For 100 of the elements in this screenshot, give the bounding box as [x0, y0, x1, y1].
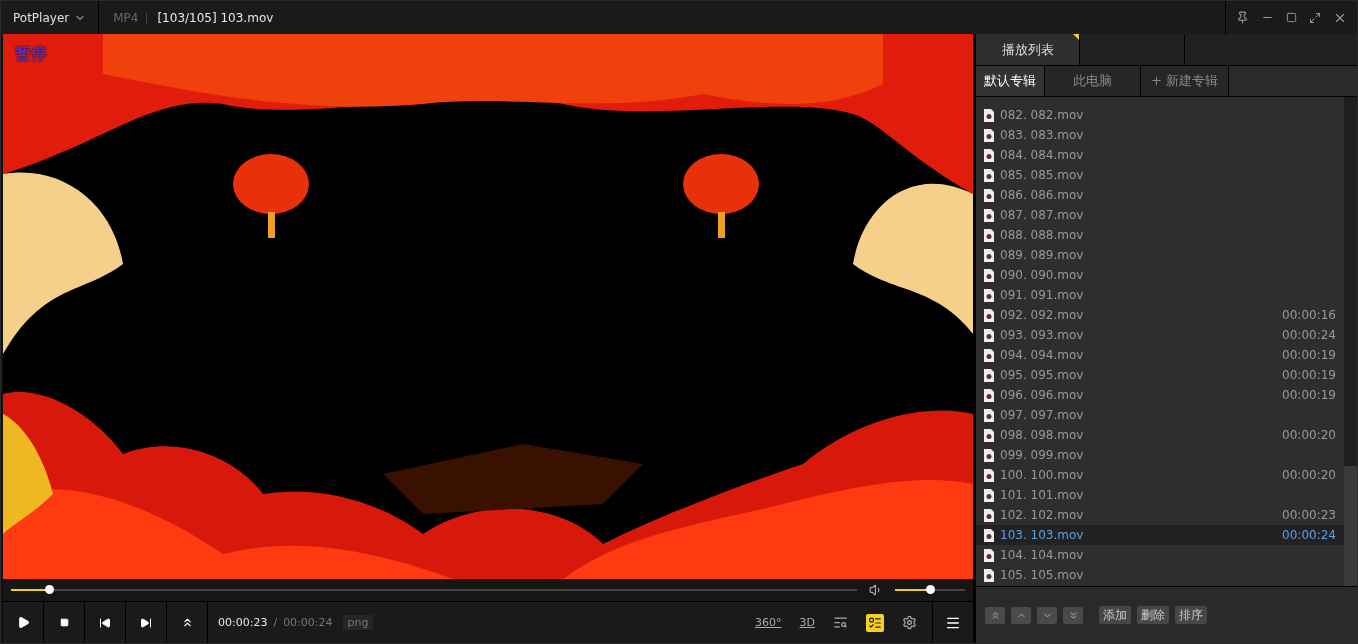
restore-button[interactable]: [1284, 10, 1299, 25]
playlist-item[interactable]: 093. 093.mov 00:00:24: [976, 325, 1344, 345]
playlist-item[interactable]: 098. 098.mov 00:00:20: [976, 425, 1344, 445]
video-file-icon: [984, 428, 994, 442]
settings-button[interactable]: [902, 615, 917, 630]
video-file-icon: [984, 108, 994, 122]
album-tab[interactable]: + 新建专辑: [1141, 66, 1230, 96]
file-duration: 00:00:24: [1282, 528, 1336, 542]
move-bottom-button[interactable]: [1063, 606, 1083, 624]
playlist-item[interactable]: 091. 091.mov: [976, 285, 1344, 305]
video-file-icon: [984, 368, 994, 382]
playlist-item[interactable]: 094. 094.mov 00:00:19: [976, 345, 1344, 365]
playlist-item[interactable]: 104. 104.mov: [976, 545, 1344, 565]
playlist-item[interactable]: 090. 090.mov: [976, 265, 1344, 285]
file-name: 098. 098.mov: [1000, 428, 1085, 442]
video-file-icon: [984, 268, 994, 282]
file-name: 084. 084.mov: [1000, 148, 1085, 162]
playlist-item[interactable]: 085. 085.mov: [976, 165, 1344, 185]
toolbar-button[interactable]: 360°: [755, 616, 782, 629]
file-duration: 00:00:19: [1282, 388, 1336, 402]
pause-status-text: 暂停: [15, 44, 47, 65]
window-title: [103/105] 103.mov: [156, 10, 275, 25]
move-up-button[interactable]: [1011, 606, 1031, 624]
move-top-button[interactable]: [985, 606, 1005, 624]
file-name: 099. 099.mov: [1000, 448, 1085, 462]
playlist-item[interactable]: 095. 095.mov 00:00:19: [976, 365, 1344, 385]
file-name: 095. 095.mov: [1000, 368, 1085, 382]
album-tab[interactable]: 默认专辑: [976, 66, 1045, 96]
video-file-icon: [984, 128, 994, 142]
playlist-action-button[interactable]: 排序: [1175, 606, 1207, 624]
file-name: 100. 100.mov: [1000, 468, 1085, 482]
playlist-button[interactable]: [866, 613, 884, 632]
video-file-icon: [984, 168, 994, 182]
file-duration: 00:00:24: [1282, 328, 1336, 342]
settings-icon: [902, 615, 917, 630]
playlist-item[interactable]: 087. 087.mov: [976, 205, 1344, 225]
album-tab[interactable]: 此电脑: [1045, 66, 1141, 96]
file-duration: 00:00:20: [1282, 468, 1336, 482]
seek-handle[interactable]: [45, 585, 55, 594]
expand-icon: [1309, 11, 1321, 24]
toolbar-button[interactable]: 3D: [799, 616, 815, 629]
move-down-button[interactable]: [1037, 606, 1057, 624]
playlist-item[interactable]: 086. 086.mov: [976, 185, 1344, 205]
playlist-item[interactable]: 092. 092.mov 00:00:16: [976, 305, 1344, 325]
stop-icon: [59, 618, 69, 627]
playlist-item[interactable]: 082. 082.mov: [976, 105, 1344, 125]
playlist-item[interactable]: 105. 105.mov: [976, 565, 1344, 585]
previous-icon: [99, 616, 111, 629]
playlist-item[interactable]: 096. 096.mov 00:00:19: [976, 385, 1344, 405]
video-file-icon: [984, 488, 994, 502]
video-file-icon: [984, 508, 994, 522]
video-file-icon: [984, 328, 994, 342]
file-duration: 00:00:19: [1282, 368, 1336, 382]
time-separator: /: [273, 616, 278, 629]
file-name: 103. 103.mov: [1000, 528, 1085, 542]
file-duration: 00:00:16: [1282, 308, 1336, 322]
video-file-icon: [984, 248, 994, 262]
playlist-item[interactable]: 083. 083.mov: [976, 125, 1344, 145]
play-icon: [16, 616, 30, 629]
video-file-icon: [984, 208, 994, 222]
file-name: 093. 093.mov: [1000, 328, 1085, 342]
file-name: 094. 094.mov: [1000, 348, 1085, 362]
video-file-icon: [984, 528, 994, 542]
playlist-item[interactable]: 088. 088.mov: [976, 225, 1344, 245]
video-file-icon: [984, 228, 994, 242]
total-time: 00:00:24: [283, 616, 333, 629]
window-icon: [1286, 12, 1297, 23]
playlist-item[interactable]: 103. 103.mov 00:00:24: [976, 525, 1344, 545]
scrollbar[interactable]: [1344, 97, 1357, 586]
playlist-action-button[interactable]: 添加: [1099, 606, 1131, 624]
playlist-item[interactable]: 097. 097.mov: [976, 405, 1344, 425]
playlist-action-button[interactable]: 删除: [1137, 606, 1169, 624]
file-name: 097. 097.mov: [1000, 408, 1085, 422]
playlist-item[interactable]: 102. 102.mov 00:00:23: [976, 505, 1344, 525]
volume-handle[interactable]: [926, 585, 935, 594]
playlist-icon: [868, 615, 882, 630]
video-file-icon: [984, 408, 994, 422]
file-duration: 00:00:19: [1282, 348, 1336, 362]
video-file-icon: [984, 148, 994, 162]
file-name: 090. 090.mov: [1000, 268, 1085, 282]
pin-icon: [1236, 11, 1249, 24]
format-label: MP4: [103, 11, 148, 24]
file-name: 104. 104.mov: [1000, 548, 1085, 562]
playlist-item[interactable]: 089. 089.mov: [976, 245, 1344, 265]
next-icon: [140, 616, 152, 629]
playlist-item[interactable]: 101. 101.mov: [976, 485, 1344, 505]
video-file-icon: [984, 448, 994, 462]
file-duration: 00:00:20: [1282, 428, 1336, 442]
video-file-icon: [984, 468, 994, 482]
video-file-icon: [984, 188, 994, 202]
panel-tab[interactable]: 播放列表: [976, 34, 1080, 65]
playlist-item[interactable]: 084. 084.mov: [976, 145, 1344, 165]
video-file-icon: [984, 308, 994, 322]
file-name: 096. 096.mov: [1000, 388, 1085, 402]
playlist-item[interactable]: 099. 099.mov: [976, 445, 1344, 465]
file-name: 085. 085.mov: [1000, 168, 1085, 182]
search-list-button[interactable]: [833, 615, 848, 630]
playlist-item[interactable]: 100. 100.mov 00:00:20: [976, 465, 1344, 485]
file-name: 105. 105.mov: [1000, 568, 1085, 582]
file-name: 083. 083.mov: [1000, 128, 1085, 142]
